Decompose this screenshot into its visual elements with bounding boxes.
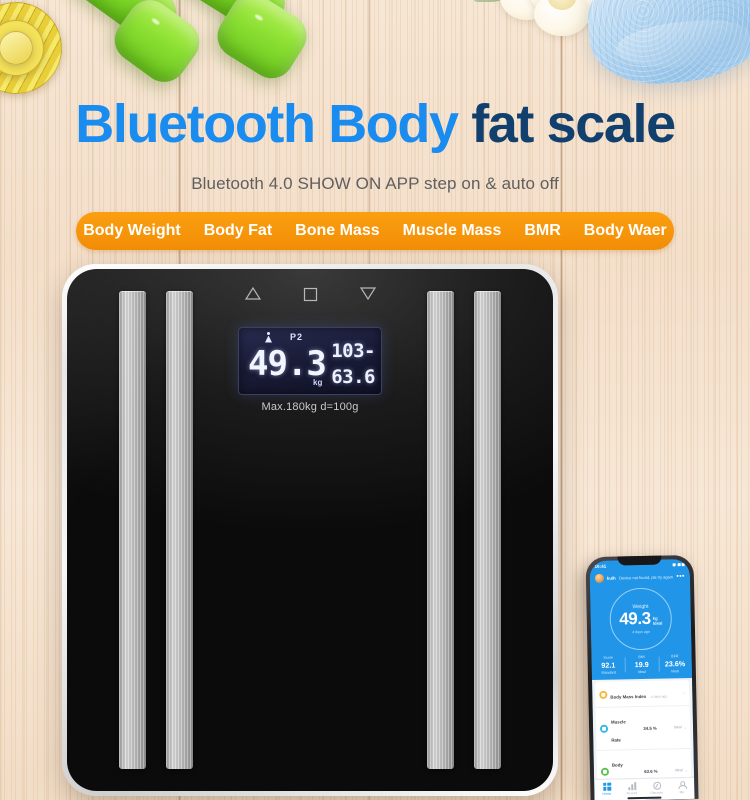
triangle-down-icon	[359, 287, 376, 300]
tab-label: Me	[679, 790, 685, 795]
feature-muscle-mass: Muscle Mass	[402, 222, 502, 239]
smartphone-mockup: 16:41 kuih Device not found, pls try aga…	[585, 554, 699, 800]
metric-name: Body Water	[611, 762, 623, 768]
stat-value: 19.9	[634, 659, 649, 670]
gauge-status: Ideal	[652, 620, 663, 626]
battery-icon	[681, 563, 685, 567]
metrics-card: Body Mass Index 4 days ago ^ Muscle Rate…	[595, 680, 693, 780]
page-subtitle: Bluetooth 4.0 SHOW ON APP step on & auto…	[191, 174, 559, 193]
metric-status: Ideal	[674, 768, 683, 773]
triangle-up-icon	[244, 287, 261, 300]
feature-bone-mass: Bone Mass	[295, 222, 380, 239]
chart-icon	[627, 781, 636, 790]
list-item[interactable]: Muscle Rate 34.5 % Ideal ›	[595, 706, 691, 751]
water-icon	[600, 767, 610, 776]
stat-bmi[interactable]: BMI 19.9 Ideal	[625, 655, 659, 675]
summary-stats-row: Score 92.1 Standard BMI 19.9 Ideal BFR 2…	[591, 651, 693, 681]
more-menu-icon[interactable]: •••	[676, 573, 685, 580]
gauge-timestamp: 4 days ago	[632, 629, 650, 634]
feature-body-fat: Body Fat	[203, 222, 273, 239]
scale-marker-row	[67, 287, 553, 302]
weight-ring: Weight 49.3 kg Ideal 4 days ago	[609, 587, 673, 651]
metrics-list: Body Mass Index 4 days ago ^ Muscle Rate…	[592, 677, 695, 780]
metric-value: 34.5 %	[643, 725, 657, 731]
stat-value: 92.1	[601, 660, 616, 670]
stat-status: Ideal	[637, 669, 646, 675]
status-time: 16:41	[594, 563, 607, 569]
stat-value: 23.6%	[664, 659, 686, 669]
stat-bfr[interactable]: BFR 23.6% Ideal	[658, 654, 692, 674]
user-name: kuih	[606, 575, 616, 581]
lcd-weight-unit: kg	[313, 378, 323, 387]
device-status-message[interactable]: Device not found, pls try again	[619, 574, 674, 581]
wifi-icon	[677, 563, 681, 567]
feature-body-water: Body Waer	[583, 222, 667, 239]
body-fat-scale: P2 49.3 kg 103- 63.6 Max.180kg d=100g	[62, 264, 558, 796]
lcd-display: P2 49.3 kg 103- 63.6	[238, 327, 382, 395]
grid-icon	[602, 782, 611, 791]
person-icon	[265, 331, 272, 343]
metric-timestamp: 4 days ago	[650, 694, 668, 699]
stat-status: Ideal	[671, 669, 680, 674]
stat-key: BMI	[638, 654, 645, 660]
chevron-up-icon[interactable]: ^	[683, 691, 685, 696]
square-icon	[303, 287, 317, 302]
metric-value: 63.6 %	[644, 768, 658, 774]
towel-fold	[614, 16, 750, 73]
electrode-strip	[427, 291, 454, 769]
avatar[interactable]	[594, 573, 604, 583]
signal-icon	[672, 563, 676, 567]
metric-name: Muscle Rate	[610, 719, 626, 743]
stat-status: Standard	[601, 670, 616, 675]
feature-bar: Body Weight Body Fat Bone Mass Muscle Ma…	[76, 212, 674, 250]
tab-label: Discover	[650, 790, 664, 795]
lcd-reading-bottom: 63.6	[331, 366, 375, 388]
stat-score[interactable]: Score 92.1 Standard	[592, 655, 626, 675]
scale-glass-platform: P2 49.3 kg 103- 63.6 Max.180kg d=100g	[67, 269, 553, 791]
metric-name: Body Mass Index	[610, 693, 647, 700]
muscle-icon	[599, 724, 609, 733]
electrode-strip	[166, 291, 193, 769]
feature-bmr: BMR	[524, 222, 561, 239]
metric-status: Ideal	[673, 725, 682, 730]
headline-primary: Bluetooth Body	[75, 94, 459, 154]
electrode-strip	[474, 291, 501, 769]
tab-home[interactable]: Home	[594, 782, 619, 800]
phone-notch	[617, 555, 662, 566]
person-icon	[677, 780, 686, 789]
stat-key: Score	[603, 655, 613, 660]
tape-coil-inner	[0, 31, 33, 65]
list-item[interactable]: Body Mass Index 4 days ago ^	[595, 681, 690, 708]
list-item[interactable]: Body Water 63.6 % Ideal ›	[596, 748, 692, 780]
chevron-right-icon[interactable]: ›	[685, 725, 686, 730]
lcd-reading-top: 103-	[331, 340, 375, 362]
feature-body-weight: Body Weight	[83, 222, 181, 239]
bmi-icon	[599, 690, 608, 699]
lcd-user-slot: P2	[290, 332, 304, 342]
weight-gauge[interactable]: Weight 49.3 kg Ideal 4 days ago	[590, 583, 692, 655]
headline-secondary: fat scale	[471, 94, 676, 154]
tab-me[interactable]: Me	[669, 780, 694, 800]
electrode-strip	[119, 291, 146, 769]
tab-label: Record	[626, 791, 638, 796]
compass-icon	[652, 781, 661, 790]
gauge-value: 49.3	[619, 609, 651, 629]
tab-label: Home	[602, 791, 612, 796]
scale-capacity-label: Max.180kg d=100g	[261, 401, 359, 413]
page-title: Bluetooth Body fat scale	[0, 96, 750, 153]
chevron-right-icon[interactable]: ›	[686, 768, 687, 773]
status-icons	[672, 563, 685, 567]
app-screen: 16:41 kuih Device not found, pls try aga…	[589, 558, 695, 800]
stat-key: BFR	[671, 654, 679, 659]
advertisement-banner: Bluetooth Body fat scale Bluetooth 4.0 S…	[0, 0, 750, 800]
